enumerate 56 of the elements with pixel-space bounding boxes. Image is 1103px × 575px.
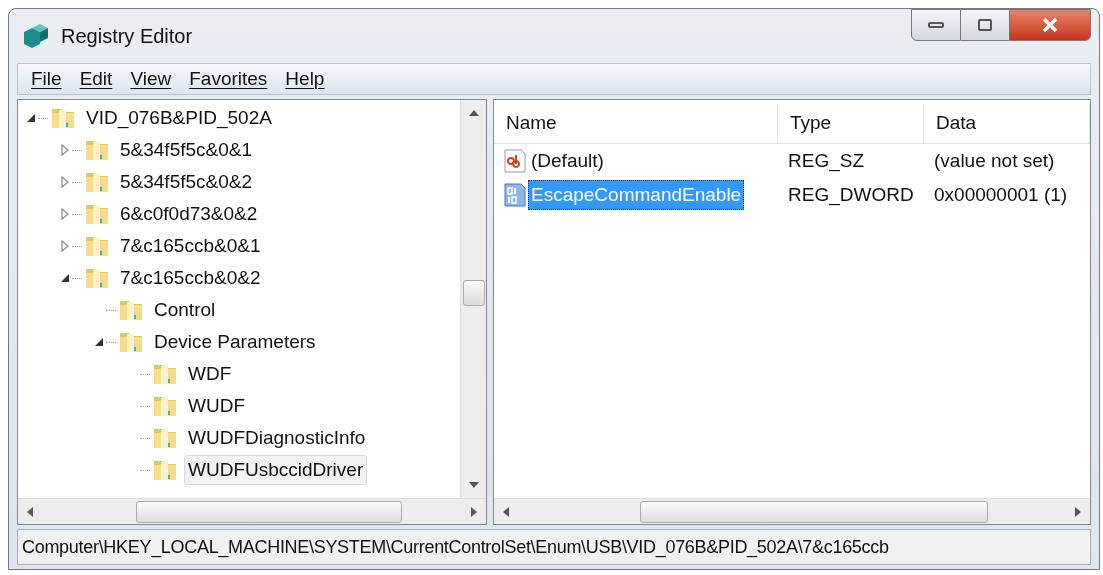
horizontal-scrollbar[interactable]	[18, 498, 486, 524]
tree-item[interactable]: Device Parameters	[150, 326, 320, 358]
scroll-up-icon[interactable]	[468, 110, 479, 116]
column-header[interactable]: Type	[778, 104, 924, 143]
column-header[interactable]: Data	[924, 104, 1090, 143]
menu-item[interactable]: Help	[278, 64, 332, 94]
table-cell-text: (value not set)	[933, 148, 1056, 173]
scroll-left-icon[interactable]	[502, 506, 510, 517]
tree-item[interactable]: WUDFUsbccidDriver	[184, 454, 368, 486]
registry-cubes-icon	[21, 22, 51, 50]
horizontal-scrollbar[interactable]	[494, 498, 1090, 524]
expand-triangle-icon[interactable]	[60, 208, 70, 220]
tree-item[interactable]: 7&c165ccb&0&1	[116, 230, 265, 262]
binary-value-icon	[502, 182, 528, 208]
tree-item[interactable]: WDF	[184, 358, 236, 390]
table-cell-text: (Default)	[530, 148, 605, 173]
status-path: Computer\HKEY_LOCAL_MACHINE\SYSTEM\CurrentControlSet\Enum\USB\VID_076B&PID_502A\7&c165ccb	[22, 535, 889, 560]
tree-item[interactable]: WUDF	[184, 390, 249, 422]
scrollbar-thumb[interactable]	[639, 500, 988, 523]
value-row[interactable]: (Default) REG_SZ (value not set)	[494, 144, 1090, 178]
scroll-down-icon[interactable]	[468, 482, 479, 488]
tree-item[interactable]: WUDFDiagnosticInfo	[184, 422, 370, 454]
table-cell-text: REG_SZ	[787, 148, 866, 174]
table-cell: EscapeCommandEnable	[528, 179, 745, 211]
menu-item[interactable]: File	[24, 64, 69, 94]
vertical-scrollbar[interactable]	[460, 100, 486, 498]
tree-item[interactable]: 5&34f5f5c&0&1	[116, 134, 257, 166]
tree-item[interactable]: Control	[150, 294, 220, 326]
scroll-left-icon[interactable]	[26, 506, 34, 517]
collapse-triangle-icon[interactable]	[26, 113, 36, 123]
scroll-right-icon[interactable]	[470, 506, 478, 517]
collapse-triangle-icon[interactable]	[60, 273, 70, 283]
expand-triangle-icon[interactable]	[60, 144, 70, 156]
scrollbar-thumb[interactable]	[462, 280, 485, 306]
collapse-triangle-icon[interactable]	[94, 337, 104, 347]
value-row[interactable]: EscapeCommandEnable REG_DWORD 0x00000001 (1)	[494, 178, 1090, 212]
table-cell-text: REG_DWORD	[787, 182, 915, 208]
scrollbar-thumb[interactable]	[135, 500, 402, 523]
close-icon[interactable]	[1042, 18, 1058, 32]
tree-item[interactable]: 7&c165ccb&0&2	[116, 262, 265, 294]
scroll-right-icon[interactable]	[1074, 506, 1082, 517]
column-header[interactable]: Name	[494, 104, 778, 143]
table-cell-text: 0x00000001 (1)	[933, 182, 1069, 207]
menu-item[interactable]: View	[123, 64, 179, 94]
string-value-icon	[502, 148, 528, 174]
tree-item[interactable]: 5&34f5f5c&0&2	[116, 166, 257, 198]
tree-item[interactable]: VID_076B&PID_502A	[82, 102, 276, 134]
expand-triangle-icon[interactable]	[60, 240, 70, 252]
maximize-button[interactable]	[961, 9, 1009, 41]
window-title: Registry Editor	[61, 24, 193, 49]
expand-triangle-icon[interactable]	[60, 176, 70, 188]
tree-item[interactable]: 6&c0f0d73&0&2	[116, 198, 262, 230]
menu-item[interactable]: Edit	[72, 64, 120, 94]
minimize-button[interactable]	[911, 9, 961, 41]
close-button[interactable]	[1009, 9, 1091, 41]
menu-item[interactable]: Favorites	[182, 64, 275, 94]
